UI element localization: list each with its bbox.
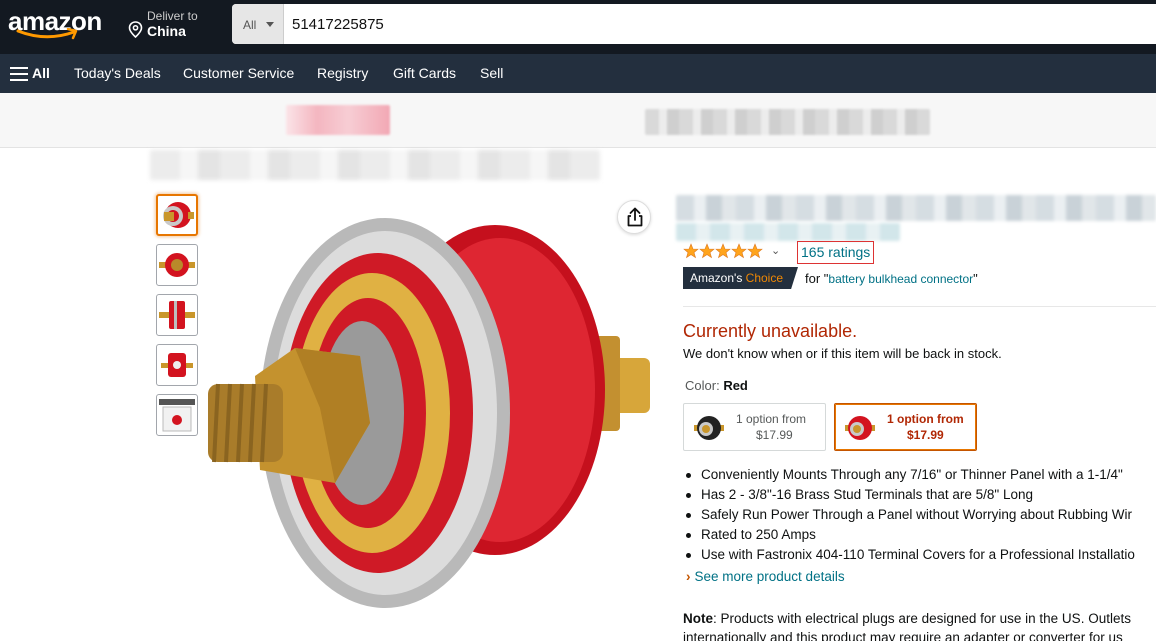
deliver-location: China [147,23,186,39]
feature-bullet: Conveniently Mounts Through any 7/16" or… [683,465,1156,485]
color-value: Red [723,378,748,393]
availability-message: We don't know when or if this item will … [683,346,1002,361]
top-header: amazon Deliver to China All [0,0,1156,54]
divider [683,306,1156,307]
blurred-banner-image [286,105,390,135]
choice-badge-right: Choice [745,271,784,285]
see-more-details-link[interactable]: › See more product details [686,569,845,584]
thumbnail-5[interactable] [156,394,198,436]
note-text-2: internationally and this product may req… [683,630,1123,641]
product-photo [208,218,650,608]
amazons-choice-badge: Amazon's Choice [683,267,798,289]
swatch-image [845,416,875,440]
thumbnail-2[interactable] [156,244,198,286]
note-text-1: : Products with electrical plugs are des… [713,611,1131,626]
thumbnail-1[interactable] [156,194,198,236]
swatch-option-text: 1 option from [887,412,964,426]
electrical-note: Note: Products with electrical plugs are… [683,609,1156,641]
feature-bullets: Conveniently Mounts Through any 7/16" or… [683,465,1156,565]
deliver-label: Deliver to [147,9,198,23]
share-icon [627,207,643,227]
chevron-down-icon[interactable]: ⌄ [771,244,780,257]
blurred-product-title [676,195,1156,221]
search-category-label: All [243,18,257,32]
choice-for-suffix: " [973,271,978,286]
star-icon [683,243,699,259]
choice-for-prefix: for " [805,271,829,286]
color-label-text: Color: [685,378,720,393]
hamburger-menu-icon[interactable] [10,67,28,81]
blurred-breadcrumb [150,150,600,180]
thumbnail-image [163,202,194,228]
blurred-banner-text [645,109,930,135]
feature-bullet: Use with Fastronix 404-110 Terminal Cove… [683,545,1156,565]
search-bar: All [232,4,1156,44]
nav-item-customer-service[interactable]: Customer Service [183,65,294,81]
thumbnail-image [161,353,193,377]
search-input[interactable] [292,4,1152,44]
color-label: Color: Red [685,378,748,393]
main-product-image[interactable] [200,208,660,628]
thumbnail-image [159,301,195,329]
star-icon [715,243,731,259]
feature-bullet: Safely Run Power Through a Panel without… [683,505,1156,525]
feature-bullet: Rated to 250 Amps [683,525,1156,545]
promo-banner[interactable] [0,93,1156,148]
caret-down-icon [266,22,274,27]
chevron-right-icon: › [686,569,691,584]
thumbnail-image [159,399,195,432]
swatch-price: $17.99 [907,428,944,442]
see-more-label: See more product details [694,569,845,584]
feature-bullet: Has 2 - 3/8"-16 Brass Stud Terminals tha… [683,485,1156,505]
share-button[interactable] [617,200,651,234]
logo-smile-icon [16,28,78,40]
swatch-option-text: 1 option from [736,412,807,426]
availability-status: Currently unavailable. [683,321,858,341]
star-icon [699,243,715,259]
blurred-product-title-line2 [676,223,900,241]
nav-item-sell[interactable]: Sell [480,65,503,81]
choice-badge-left: Amazon's [690,271,743,285]
color-swatch-red[interactable]: 1 option from $17.99 [834,403,977,451]
color-swatch-black[interactable]: 1 option from $17.99 [683,403,826,451]
note-line-1: Note: Products with electrical plugs are… [683,609,1156,628]
choice-for-text: for "battery bulkhead connector" [805,271,978,286]
star-icon [731,243,747,259]
nav-item-registry[interactable]: Registry [317,65,368,81]
star-icon [747,243,763,259]
thumbnail-image [159,253,195,277]
nav-item-todays-deals[interactable]: Today's Deals [74,65,161,81]
amazon-logo[interactable]: amazon [8,6,108,46]
search-category-dropdown[interactable]: All [232,4,284,44]
nav-all[interactable]: All [32,65,50,81]
location-pin-icon [128,21,143,38]
choice-keyword-link[interactable]: battery bulkhead connector [828,272,973,286]
star-rating[interactable] [683,243,765,259]
thumbnail-3[interactable] [156,294,198,336]
thumbnail-4[interactable] [156,344,198,386]
note-label: Note [683,611,713,626]
deliver-to[interactable]: Deliver to China [128,8,218,44]
swatch-price: $17.99 [756,428,793,442]
nav-item-gift-cards[interactable]: Gift Cards [393,65,456,81]
ratings-count-link[interactable]: 165 ratings [797,241,875,264]
nav-bar: All Today's Deals Customer Service Regis… [0,54,1156,93]
swatch-image [694,416,724,440]
